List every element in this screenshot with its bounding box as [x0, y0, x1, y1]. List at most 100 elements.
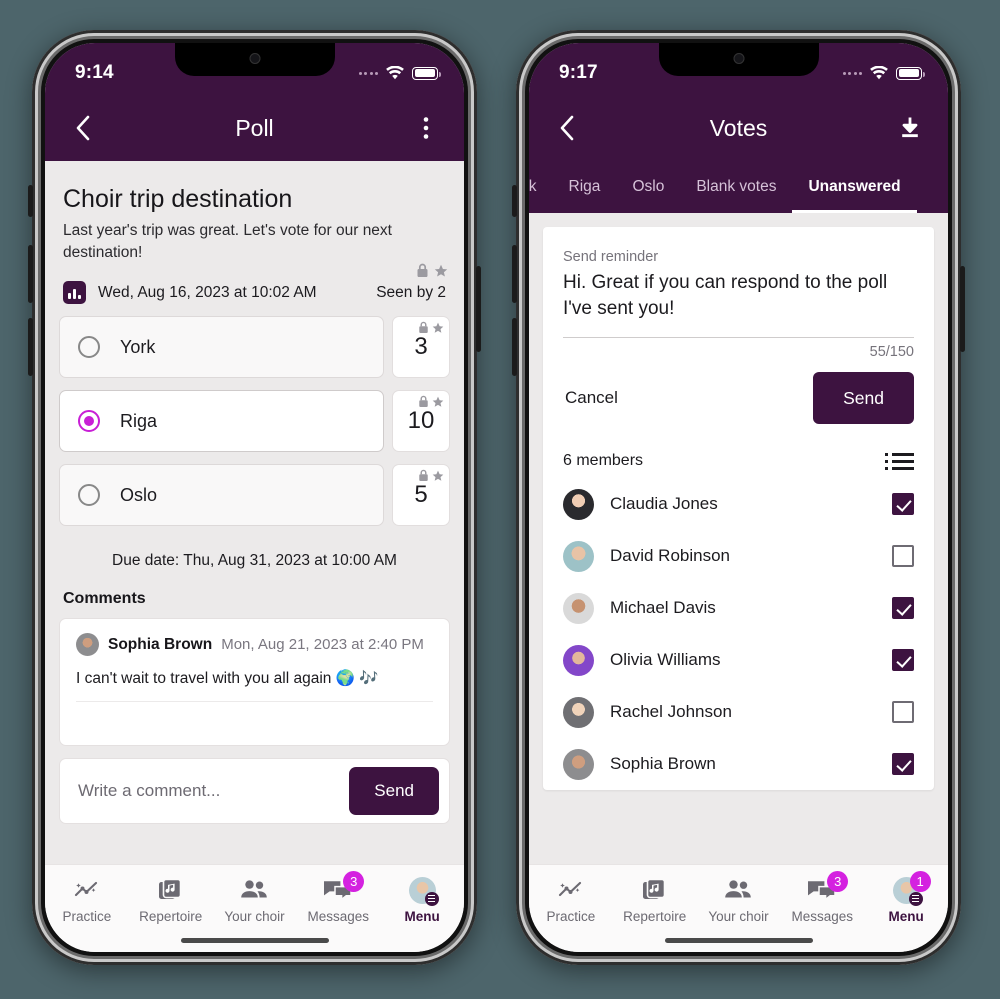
- chat-bubbles-icon: 3: [323, 871, 365, 903]
- phone-volume-up: [28, 245, 33, 303]
- member-checkbox[interactable]: [892, 753, 914, 776]
- member-name: Sophia Brown: [610, 754, 716, 774]
- member-row[interactable]: David Robinson: [563, 530, 914, 582]
- list-view-icon[interactable]: [885, 452, 914, 470]
- poll-option-york[interactable]: York: [59, 316, 384, 379]
- poll-count-flags: [418, 395, 444, 408]
- member-name: Claudia Jones: [610, 494, 718, 514]
- nav-label: Practice: [546, 909, 596, 924]
- comment-input[interactable]: [78, 781, 350, 802]
- reminder-message-input[interactable]: Hi. Great if you can respond to the poll…: [563, 265, 914, 321]
- poll-option-count[interactable]: 10: [392, 390, 450, 453]
- send-comment-button[interactable]: Send: [349, 767, 439, 816]
- people-icon: [723, 877, 753, 903]
- download-button[interactable]: [892, 110, 928, 146]
- poll-option-label: Riga: [120, 410, 158, 431]
- tab-unanswered[interactable]: Unanswered: [792, 161, 917, 213]
- poll-count-flags: [418, 469, 444, 482]
- nav-item-practice[interactable]: Practice: [529, 877, 613, 924]
- phone-power-button: [960, 266, 965, 352]
- nav-item-repertoire[interactable]: Repertoire: [129, 877, 213, 924]
- nav-item-messages[interactable]: 3 Messages: [780, 871, 864, 924]
- page-title: Poll: [235, 114, 274, 141]
- avatar: [76, 633, 99, 657]
- members-count: 6 members: [563, 452, 644, 470]
- back-button[interactable]: [549, 110, 585, 146]
- music-note-icon: [158, 877, 183, 903]
- phone-power-button: [476, 266, 481, 352]
- poll-option-riga[interactable]: Riga: [59, 390, 384, 453]
- radio-button[interactable]: [78, 336, 100, 359]
- nav-label: Messages: [791, 909, 854, 924]
- avatar: [563, 696, 594, 728]
- app-bar-left: Poll: [45, 95, 464, 161]
- member-row[interactable]: Claudia Jones: [563, 478, 914, 530]
- star-icon: [434, 264, 448, 277]
- poll-option-row: Oslo 5: [59, 464, 450, 527]
- char-counter: 55/150: [869, 344, 914, 361]
- status-bar-indicators: [842, 58, 925, 81]
- avatar: [563, 488, 594, 520]
- poll-option-count[interactable]: 3: [392, 316, 450, 379]
- member-row[interactable]: Michael Davis: [563, 582, 914, 634]
- avatar: [563, 748, 594, 780]
- screenshot-stage: 9:14 Poll Choir trip destination Last ye…: [0, 0, 1000, 999]
- nav-item-your-choir[interactable]: Your choir: [697, 877, 781, 924]
- phone-volume-down: [512, 318, 517, 376]
- nav-item-messages[interactable]: 3 Messages: [296, 871, 380, 924]
- page-title: Votes: [709, 114, 768, 141]
- nav-item-menu[interactable]: 1 Menu: [864, 871, 948, 924]
- member-name: Olivia Williams: [610, 650, 721, 670]
- poll-meta-flags: [416, 263, 448, 278]
- avatar-menu-icon: 1: [892, 871, 931, 906]
- lock-icon: [419, 322, 428, 334]
- member-name: Michael Davis: [610, 598, 716, 618]
- phone-volume-down: [28, 318, 33, 376]
- member-checkbox[interactable]: [892, 649, 914, 672]
- send-reminder-button[interactable]: Send: [813, 372, 914, 425]
- reminder-actions: Cancel Send: [563, 360, 914, 425]
- nav-badge: 3: [343, 871, 365, 892]
- radio-button[interactable]: [78, 484, 100, 507]
- nav-label: Practice: [62, 909, 112, 924]
- member-row[interactable]: Rachel Johnson: [563, 686, 914, 738]
- nav-label: Messages: [307, 909, 370, 924]
- phone-mute-switch: [28, 185, 33, 217]
- poll-description: Last year's trip was great. Let's vote f…: [63, 222, 392, 261]
- status-bar-time: 9:14: [75, 62, 114, 83]
- member-row[interactable]: Olivia Williams: [563, 634, 914, 686]
- poll-option-oslo[interactable]: Oslo: [59, 464, 384, 527]
- member-checkbox[interactable]: [892, 545, 914, 568]
- poll-meta-row: Wed, Aug 16, 2023 at 10:02 AM Seen by 2: [59, 263, 450, 316]
- radio-button-selected[interactable]: [78, 410, 100, 433]
- poll-option-count[interactable]: 5: [392, 464, 450, 527]
- member-checkbox[interactable]: [892, 493, 914, 516]
- overflow-menu-button[interactable]: [408, 110, 444, 146]
- nav-item-repertoire[interactable]: Repertoire: [613, 877, 697, 924]
- music-note-icon: [642, 877, 667, 903]
- tab-blank-votes[interactable]: Blank votes: [680, 161, 792, 213]
- home-indicator: [180, 938, 329, 943]
- chevron-left-icon: [76, 115, 90, 141]
- member-checkbox[interactable]: [892, 701, 914, 724]
- bottom-nav-left: Practice Repertoire Your choir 3 Message…: [45, 864, 464, 952]
- reminder-card: Send reminder Hi. Great if you can respo…: [543, 227, 934, 791]
- member-checkbox[interactable]: [892, 597, 914, 620]
- tab-york[interactable]: ork: [529, 161, 553, 213]
- tab-oslo[interactable]: Oslo: [616, 161, 680, 213]
- nav-label: Menu: [888, 909, 924, 924]
- phone-left: 9:14 Poll Choir trip destination Last ye…: [28, 30, 481, 965]
- poll-seen-by: Seen by 2: [376, 283, 446, 301]
- nav-item-practice[interactable]: Practice: [45, 877, 129, 924]
- member-row[interactable]: Sophia Brown: [563, 738, 914, 790]
- tab-riga[interactable]: Riga: [553, 161, 617, 213]
- cancel-button[interactable]: Cancel: [563, 382, 620, 414]
- poll-date: Wed, Aug 16, 2023 at 10:02 AM: [98, 283, 317, 301]
- nav-item-your-choir[interactable]: Your choir: [213, 877, 297, 924]
- back-button[interactable]: [65, 110, 101, 146]
- nav-item-menu[interactable]: Menu: [380, 876, 464, 924]
- people-icon: [239, 877, 269, 903]
- member-name: David Robinson: [610, 546, 731, 566]
- nav-label: Repertoire: [623, 909, 687, 924]
- phone-right: 9:17 Votes k Riga Oslo Blank votes Unans…: [512, 30, 965, 965]
